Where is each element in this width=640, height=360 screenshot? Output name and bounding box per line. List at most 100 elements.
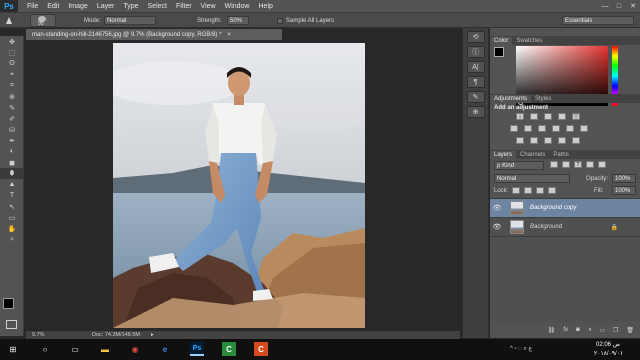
photo-filter-icon[interactable] [552, 125, 560, 132]
fill-input[interactable]: 100% [612, 186, 636, 195]
maximize-button[interactable]: □ [612, 0, 626, 12]
tab-paths[interactable]: Paths [549, 151, 572, 159]
path-select-tool-icon[interactable]: ↖ [0, 201, 24, 212]
crop-tool-icon[interactable]: ⌗ [0, 80, 24, 91]
filter-adjustment-icon[interactable] [562, 161, 570, 168]
tab-swatches[interactable]: Swatches [512, 37, 546, 45]
visibility-eye-icon[interactable]: 👁 [490, 223, 504, 231]
menu-filter[interactable]: Filter [176, 3, 192, 10]
lock-pixels-icon[interactable] [524, 187, 532, 194]
stamp-tool-icon[interactable]: ⛁ [0, 124, 24, 135]
document-canvas-image[interactable] [113, 43, 365, 328]
type-tool-icon[interactable]: T [0, 190, 24, 201]
history-brush-tool-icon[interactable]: ✒ [0, 135, 24, 146]
brush-panel-icon[interactable]: ✎ [466, 91, 485, 103]
layer-row-background[interactable]: 👁 Background 🔒 [490, 218, 640, 237]
menu-select[interactable]: Select [148, 3, 167, 10]
search-icon[interactable]: ○ [38, 342, 52, 356]
color-lookup-icon[interactable] [580, 125, 588, 132]
delete-layer-icon[interactable]: 🗑 [626, 327, 634, 334]
blend-mode-select[interactable]: Normal [494, 174, 570, 183]
camtasia-editor-icon[interactable]: C [254, 342, 268, 356]
camtasia-recorder-icon[interactable]: C [222, 342, 236, 356]
zoom-level[interactable]: 9.7% [32, 332, 45, 338]
adjustment-layer-icon[interactable]: ◑ [588, 327, 592, 333]
black-white-icon[interactable] [538, 125, 546, 132]
posterize-icon[interactable] [530, 137, 538, 144]
photoshop-taskbar-icon[interactable]: Ps [190, 342, 204, 356]
lock-position-icon[interactable] [536, 187, 544, 194]
filter-type-icon[interactable]: T [574, 161, 582, 168]
menu-window[interactable]: Window [225, 3, 250, 10]
quick-select-tool-icon[interactable]: ⌖ [0, 69, 24, 80]
smudge-tool-icon[interactable]: ⬮ [0, 168, 24, 179]
menu-edit[interactable]: Edit [47, 3, 59, 10]
paragraph-panel-icon[interactable]: ¶ [466, 76, 485, 88]
close-button[interactable]: ✕ [626, 0, 640, 12]
tab-styles[interactable]: Styles [531, 95, 555, 103]
dodge-tool-icon[interactable]: ▲ [0, 179, 24, 190]
menu-file[interactable]: File [27, 3, 38, 10]
file-explorer-icon[interactable]: ▬ [98, 342, 112, 356]
history-panel-icon[interactable]: ⟲ [466, 31, 485, 43]
brush-tool-icon[interactable]: ✐ [0, 113, 24, 124]
visibility-eye-icon[interactable]: 👁 [490, 204, 504, 212]
threshold-icon[interactable] [544, 137, 552, 144]
close-document-icon[interactable]: × [227, 32, 231, 38]
workspace-select[interactable]: Essentials [562, 16, 634, 25]
lock-transparent-icon[interactable] [512, 187, 520, 194]
selective-color-icon[interactable] [572, 137, 580, 144]
foreground-color-swatch[interactable] [3, 298, 14, 309]
clock-time[interactable]: 02:06 ص [596, 341, 620, 348]
color-foreground-chip[interactable] [494, 47, 504, 57]
menu-layer[interactable]: Layer [97, 3, 115, 10]
document-tab[interactable]: man-standing-on-hill-2146756.jpg @ 9.7% … [26, 29, 282, 40]
tab-adjustments[interactable]: Adjustments [490, 95, 532, 103]
lock-all-icon[interactable] [548, 187, 556, 194]
move-tool-icon[interactable]: ✥ [0, 36, 24, 47]
tab-layers[interactable]: Layers [490, 151, 517, 159]
sample-all-layers-checkbox[interactable] [277, 18, 283, 24]
invert-icon[interactable] [516, 137, 524, 144]
menu-type[interactable]: Type [123, 3, 138, 10]
tool-preset-icon[interactable] [4, 16, 14, 25]
gradient-tool-icon[interactable]: ◼ [0, 157, 24, 168]
menu-view[interactable]: View [201, 3, 216, 10]
status-menu-arrow-icon[interactable]: ▸ [151, 332, 154, 338]
layer-style-icon[interactable]: fx [563, 327, 568, 333]
system-tray-icons[interactable]: ^ ▫ ◌ ⌕ ع [510, 345, 532, 353]
healing-tool-icon[interactable]: ✎ [0, 102, 24, 113]
clone-source-panel-icon[interactable]: ⊕ [466, 106, 485, 118]
quick-mask-icon[interactable] [6, 320, 17, 329]
minimize-button[interactable]: — [598, 0, 612, 12]
character-panel-icon[interactable]: A| [466, 61, 485, 73]
new-layer-icon[interactable]: ❐ [613, 327, 618, 334]
filter-pixel-icon[interactable] [550, 161, 558, 168]
eraser-tool-icon[interactable]: ◐ [0, 146, 24, 157]
edge-icon[interactable]: e [158, 342, 172, 356]
clock-date[interactable]: ٢٠١٨/٠٩/٠١ [594, 350, 623, 357]
color-balance-icon[interactable] [524, 125, 532, 132]
layer-filter-kind-select[interactable]: ρ Kind [494, 161, 544, 170]
levels-icon[interactable] [530, 113, 538, 120]
brush-preset-picker[interactable]: 90 [30, 14, 56, 27]
mode-select[interactable]: Normal [104, 16, 156, 25]
strength-input[interactable]: 50% [227, 16, 249, 25]
channel-mixer-icon[interactable] [566, 125, 574, 132]
tab-channels[interactable]: Channels [516, 151, 549, 159]
layer-name[interactable]: Background [530, 224, 562, 230]
zoom-tool-icon[interactable]: ⌕ [0, 234, 24, 245]
exposure-icon[interactable] [558, 113, 566, 120]
link-layers-icon[interactable]: ⛓ [548, 327, 556, 334]
lasso-tool-icon[interactable]: ʘ [0, 58, 24, 69]
tab-color[interactable]: Color [490, 37, 513, 45]
menu-help[interactable]: Help [259, 3, 273, 10]
opacity-input[interactable]: 100% [612, 174, 636, 183]
chrome-icon[interactable]: ◉ [128, 342, 142, 356]
hue-saturation-icon[interactable] [510, 125, 518, 132]
gradient-map-icon[interactable] [558, 137, 566, 144]
task-view-icon[interactable]: ▭ [68, 342, 82, 356]
filter-shape-icon[interactable] [586, 161, 594, 168]
start-icon[interactable]: ⊞ [6, 342, 20, 356]
layer-row-background-copy[interactable]: 👁 Background copy [490, 199, 640, 218]
